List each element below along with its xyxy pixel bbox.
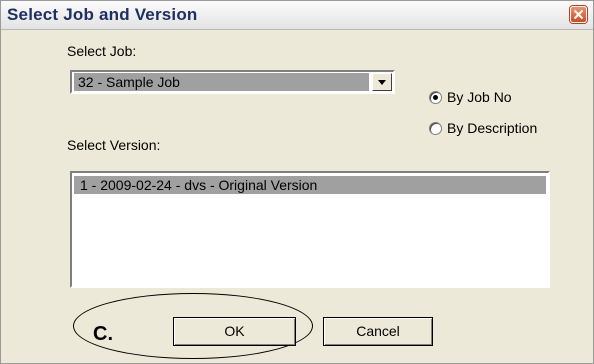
radio-by-description-label[interactable]: By Description <box>447 120 537 136</box>
radio-by-description-circle[interactable] <box>429 122 442 135</box>
title-bar[interactable]: Select Job and Version <box>1 1 593 30</box>
select-version-label: Select Version: <box>67 137 161 153</box>
radio-by-job-no-label[interactable]: By Job No <box>447 89 512 105</box>
job-dropdown[interactable]: 32 - Sample Job <box>70 70 395 94</box>
chevron-down-icon <box>378 80 386 85</box>
radio-by-job-no-circle[interactable] <box>429 91 442 104</box>
select-job-label: Select Job: <box>67 43 137 59</box>
version-list-item[interactable]: 1 - 2009-02-24 - dvs - Original Version <box>74 176 546 194</box>
version-listbox[interactable]: 1 - 2009-02-24 - dvs - Original Version <box>70 171 550 288</box>
cancel-button[interactable]: Cancel <box>323 317 433 346</box>
close-icon <box>573 9 584 20</box>
close-button[interactable] <box>570 6 587 23</box>
ok-button[interactable]: OK <box>173 317 296 346</box>
window-title: Select Job and Version <box>7 5 198 24</box>
job-dropdown-button[interactable] <box>372 73 392 91</box>
job-dropdown-value: 32 - Sample Job <box>74 73 369 91</box>
annotation-label: C. <box>93 323 113 345</box>
dialog-window: Select Job and Version Select Job: 32 - … <box>0 0 594 364</box>
